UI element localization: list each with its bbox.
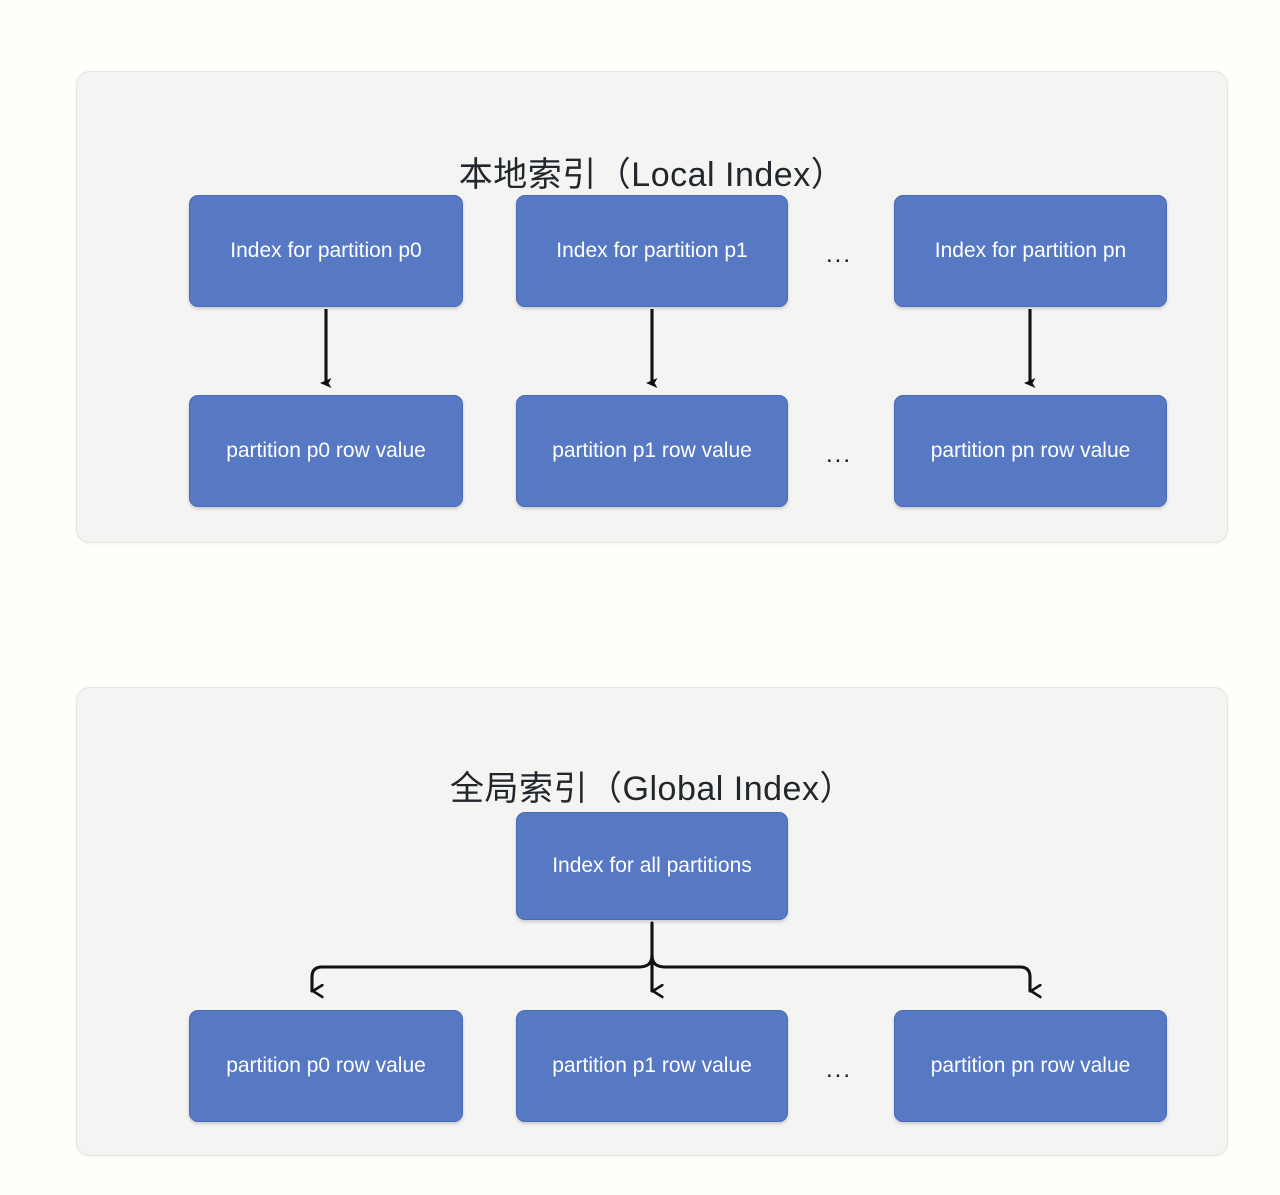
node-local-index-p0[interactable]: Index for partition p0 [189, 195, 463, 307]
node-local-row-value-p1[interactable]: partition p1 row value [516, 395, 788, 507]
node-global-row-value-pn[interactable]: partition pn row value [894, 1010, 1167, 1122]
ellipsis-local-value-row: ... [826, 441, 853, 468]
node-global-index-all-partitions[interactable]: Index for all partitions [516, 812, 788, 920]
node-global-row-value-p1[interactable]: partition p1 row value [516, 1010, 788, 1122]
ellipsis-global-value-row: ... [826, 1056, 853, 1083]
node-local-row-value-p0[interactable]: partition p0 row value [189, 395, 463, 507]
local-index-title: 本地索引（Local Index） [458, 156, 846, 195]
global-index-title: 全局索引（Global Index） [450, 770, 854, 809]
node-global-row-value-p0[interactable]: partition p0 row value [189, 1010, 463, 1122]
diagram-canvas: 本地索引（Local Index） Index for partition p0… [0, 0, 1280, 1195]
node-local-index-p1[interactable]: Index for partition p1 [516, 195, 788, 307]
node-local-row-value-pn[interactable]: partition pn row value [894, 395, 1167, 507]
node-local-index-pn[interactable]: Index for partition pn [894, 195, 1167, 307]
ellipsis-local-index-row: ... [826, 241, 853, 268]
